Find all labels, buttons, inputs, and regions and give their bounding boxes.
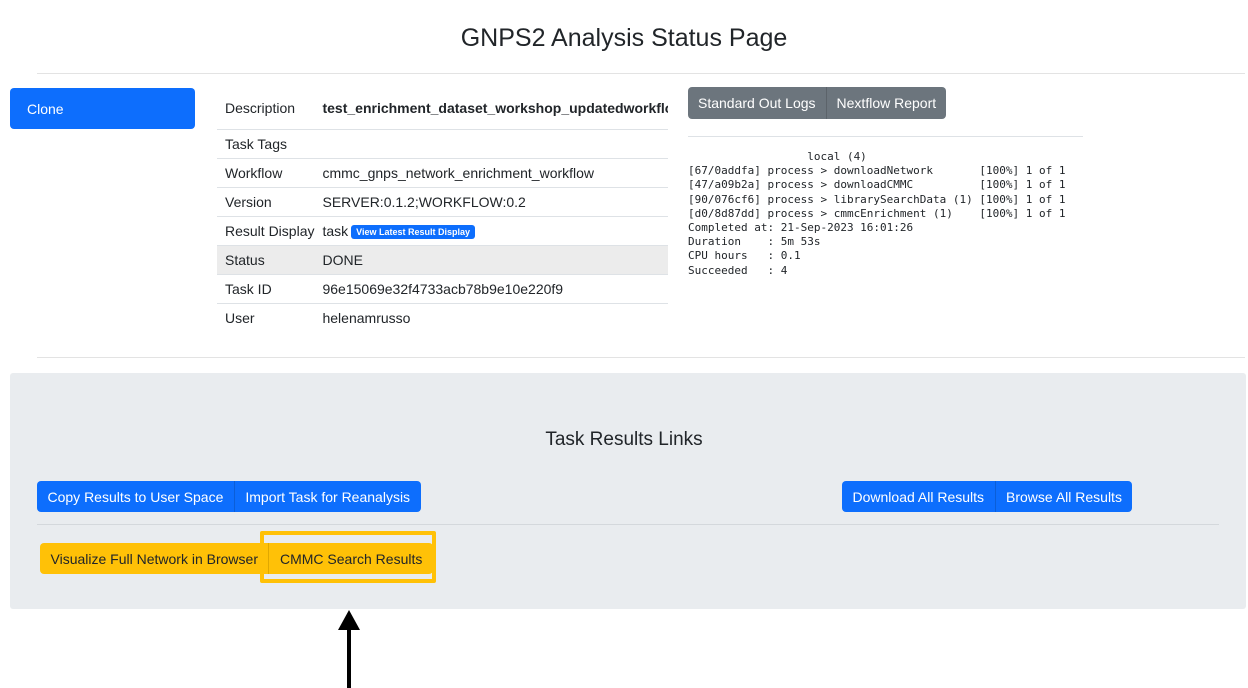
info-label: Result Display [217,215,315,245]
info-row-workflow: Workflow cmmc_gnps_network_enrichment_wo… [217,157,669,187]
results-divider [37,524,1219,525]
top-divider [37,73,1245,74]
info-row-user: User helenamrusso [217,302,669,332]
info-label: Task ID [217,273,315,303]
user-value: helenamrusso [314,302,669,332]
results-right-button-group: Download All Results Browse All Results [842,481,1133,512]
log-line: CPU hours : 0.1 [688,249,801,263]
description-value: test_enrichment_dataset_workshop_updated… [322,99,669,116]
copy-results-button[interactable]: Copy Results to User Space [37,481,234,512]
log-divider [688,136,1083,137]
log-line: Duration : 5m 53s [688,235,821,249]
nextflow-report-button[interactable]: Nextflow Report [825,87,947,119]
log-output: local (4) [67/0addfa] process > downloadN… [688,150,1083,310]
task-tags-value [314,128,669,158]
section-divider [37,357,1245,358]
log-line: [67/0addfa] process > downloadNetwork [1… [688,164,1066,178]
info-row-task-id: Task ID 96e15069e32f4733acb78b9e10e220f9 [217,273,669,303]
log-line: [d0/8d87dd] process > cmmcEnrichment (1)… [688,206,1066,220]
info-label: Task Tags [217,128,315,158]
page-title: GNPS2 Analysis Status Page [460,24,788,52]
task-id-value: 96e15069e32f4733acb78b9e10e220f9 [314,273,669,303]
status-value: DONE [314,244,669,274]
pointer-arrow-shaft [347,625,351,688]
info-label: Workflow [217,157,315,187]
info-row-result-display: Result Display task View Latest Result Di… [217,215,669,245]
log-line: Succeeded : 4 [688,263,788,277]
log-line: [90/076cf6] process > librarySearchData … [688,192,1066,206]
task-info-table: Description test_enrichment_dataset_work… [217,87,669,332]
info-row-task-tags: Task Tags [217,128,669,158]
workflow-value: cmmc_gnps_network_enrichment_workflow [314,157,669,187]
version-value: SERVER:0.1.2;WORKFLOW:0.2 [314,186,669,216]
cmmc-search-results-button[interactable]: CMMC Search Results [268,543,433,574]
info-row-status: Status DONE [217,244,669,274]
info-label: User [217,302,315,332]
log-line: Completed at: 21-Sep-2023 16:01:26 [688,221,914,235]
view-results-button-group: Visualize Full Network in Browser CMMC S… [40,543,433,574]
log-line: [47/a09b2a] process > downloadCMMC [100%… [688,178,1066,192]
results-left-button-group: Copy Results to User Space Import Task f… [37,481,421,512]
view-latest-result-display-link[interactable]: View Latest Result Display [351,224,476,239]
log-line: local (4) [688,150,867,163]
task-results-title: Task Results Links [545,429,703,450]
download-all-results-button[interactable]: Download All Results [842,481,995,512]
clone-button[interactable]: Clone [10,88,195,129]
info-row-description: Description test_enrichment_dataset_work… [217,87,668,129]
log-button-group: Standard Out Logs Nextflow Report [688,87,947,119]
standard-out-logs-button[interactable]: Standard Out Logs [688,87,826,119]
browse-all-results-button[interactable]: Browse All Results [994,481,1133,512]
visualize-network-button[interactable]: Visualize Full Network in Browser [40,543,269,574]
result-display-value: task [322,222,349,239]
info-label: Status [217,244,315,274]
import-task-button[interactable]: Import Task for Reanalysis [233,481,421,512]
info-label: Version [217,186,315,216]
info-label: Description [225,99,296,116]
info-row-version: Version SERVER:0.1.2;WORKFLOW:0.2 [217,186,669,216]
